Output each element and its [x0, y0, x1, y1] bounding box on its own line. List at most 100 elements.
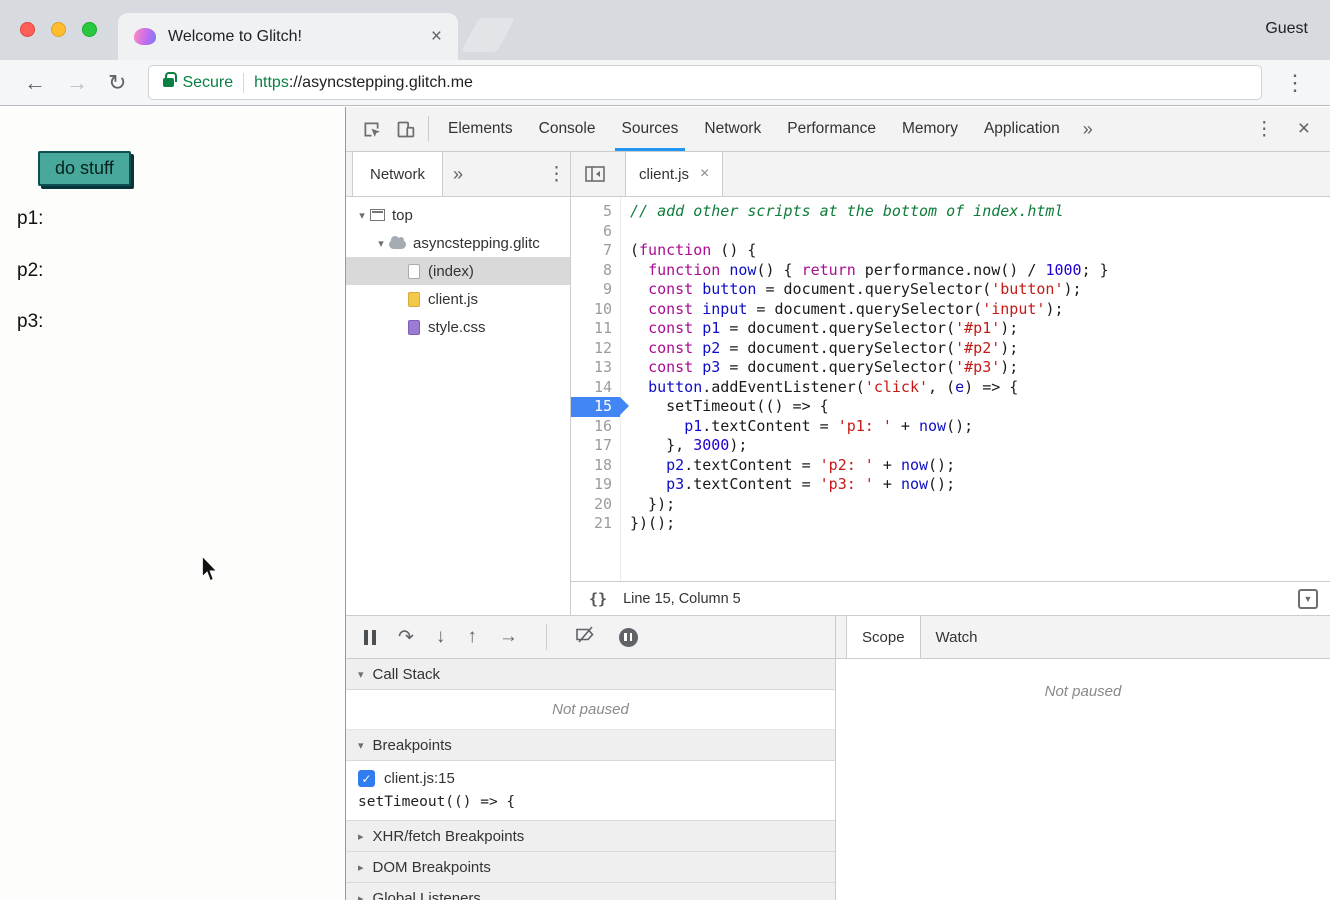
dom-breakpoints-header[interactable]: ▸ DOM Breakpoints: [346, 852, 835, 883]
code-line-19[interactable]: p3.textContent = 'p3: ' + now();: [630, 475, 1330, 495]
expand-triangle-icon[interactable]: ▾: [373, 237, 389, 250]
pause-script-icon[interactable]: [364, 630, 376, 645]
step-over-icon[interactable]: ↷: [398, 626, 414, 649]
forward-icon[interactable]: →: [56, 70, 98, 96]
code-line-16[interactable]: p1.textContent = 'p1: ' + now();: [630, 417, 1330, 437]
line-number[interactable]: 21: [571, 514, 620, 534]
code-line-13[interactable]: const p3 = document.querySelector('#p3')…: [630, 358, 1330, 378]
line-number[interactable]: 8: [571, 261, 620, 281]
line-number[interactable]: 10: [571, 300, 620, 320]
call-stack-header[interactable]: ▾ Call Stack: [346, 659, 835, 690]
line-number[interactable]: 19: [571, 475, 620, 495]
code-line-20[interactable]: });: [630, 495, 1330, 515]
code-line-6[interactable]: [630, 222, 1330, 242]
line-number[interactable]: 18: [571, 456, 620, 476]
code-line-12[interactable]: const p2 = document.querySelector('#p2')…: [630, 339, 1330, 359]
step-into-icon[interactable]: ↓: [436, 626, 446, 648]
devtools-menu-icon[interactable]: ⋮: [1243, 118, 1286, 141]
xhr-fetch-breakpoints-header[interactable]: ▸XHR/fetch Breakpoints: [346, 821, 835, 852]
code-line-15[interactable]: setTimeout(() => {: [630, 397, 1330, 417]
side-tab-scope[interactable]: Scope: [846, 616, 921, 658]
sidebar-menu-icon[interactable]: ⋮: [535, 152, 570, 196]
more-tabs-icon[interactable]: »: [1073, 119, 1103, 140]
reload-icon[interactable]: ↻: [98, 70, 136, 96]
code-line-18[interactable]: p2.textContent = 'p2: ' + now();: [630, 456, 1330, 476]
minimize-window-button[interactable]: [51, 22, 66, 37]
browser-tab[interactable]: Welcome to Glitch! ×: [118, 13, 458, 60]
tree-item-top[interactable]: ▾top: [346, 201, 570, 229]
code-line-11[interactable]: const p1 = document.querySelector('#p1')…: [630, 319, 1330, 339]
sidebar-header: Network » ⋮: [346, 152, 570, 197]
line-number[interactable]: 12: [571, 339, 620, 359]
line-number[interactable]: 16: [571, 417, 620, 437]
code-line-7[interactable]: (function () {: [630, 241, 1330, 261]
line-number[interactable]: 5: [571, 202, 620, 222]
inspect-element-icon[interactable]: [354, 119, 388, 140]
breakpoint-checkbox[interactable]: ✓: [358, 770, 375, 787]
breakpoint-line-number[interactable]: 15: [571, 397, 620, 417]
breakpoints-header[interactable]: ▾ Breakpoints: [346, 730, 835, 761]
code-line-8[interactable]: function now() { return performance.now(…: [630, 261, 1330, 281]
devtools-tab-network[interactable]: Network: [691, 107, 774, 151]
pause-on-exceptions-icon[interactable]: [619, 628, 638, 647]
devtools-tab-console[interactable]: Console: [526, 107, 609, 151]
browser-menu-icon[interactable]: ⋮: [1274, 70, 1316, 96]
pretty-print-icon[interactable]: {}: [589, 590, 607, 608]
sidebar-tab-network[interactable]: Network: [352, 152, 443, 196]
code-line-14[interactable]: button.addEventListener('click', (e) => …: [630, 378, 1330, 398]
device-toolbar-icon[interactable]: [388, 119, 422, 140]
call-stack-empty-message: Not paused: [346, 690, 835, 730]
editor-tab-close-icon[interactable]: ×: [700, 165, 709, 183]
zoom-window-button[interactable]: [82, 22, 97, 37]
toggle-drawer-icon[interactable]: ▼: [1298, 589, 1318, 609]
section-title: DOM Breakpoints: [373, 859, 491, 876]
code-line-9[interactable]: const button = document.querySelector('b…: [630, 280, 1330, 300]
url-bar[interactable]: Secure https://asyncstepping.glitch.me: [148, 65, 1262, 100]
tree-item--index-[interactable]: (index): [346, 257, 570, 285]
line-number[interactable]: 7: [571, 241, 620, 261]
line-number[interactable]: 13: [571, 358, 620, 378]
file-icon: [408, 292, 420, 307]
code-editor[interactable]: 56789101112131415161718192021 // add oth…: [571, 197, 1330, 581]
tree-item-client-js[interactable]: client.js: [346, 285, 570, 313]
code-line-10[interactable]: const input = document.querySelector('in…: [630, 300, 1330, 320]
side-tab-watch[interactable]: Watch: [921, 616, 993, 658]
code-line-21[interactable]: })();: [630, 514, 1330, 534]
devtools-tab-application[interactable]: Application: [971, 107, 1073, 151]
line-number[interactable]: 14: [571, 378, 620, 398]
line-number[interactable]: 11: [571, 319, 620, 339]
devtools-close-icon[interactable]: ×: [1286, 117, 1322, 141]
tree-item-asyncstepping-glitc[interactable]: ▾asyncstepping.glitc: [346, 229, 570, 257]
devtools-tab-performance[interactable]: Performance: [774, 107, 889, 151]
line-number[interactable]: 6: [571, 222, 620, 242]
editor-tab-clientjs[interactable]: client.js ×: [625, 152, 723, 196]
sidebar-overflow-icon[interactable]: »: [443, 152, 473, 196]
toggle-navigator-icon[interactable]: [575, 152, 615, 196]
code-line-17[interactable]: }, 3000);: [630, 436, 1330, 456]
editor-tab-label: client.js: [639, 166, 689, 183]
back-icon[interactable]: ←: [14, 70, 56, 96]
devtools-tab-memory[interactable]: Memory: [889, 107, 971, 151]
browser-window: Welcome to Glitch! × Guest ← → ↻ Secure …: [0, 0, 1330, 900]
debugger-section: ↷ ↓ ↑ → ▾ Call Stack Not paus: [346, 615, 1330, 900]
collapse-triangle-icon: ▸: [358, 861, 364, 874]
line-number[interactable]: 17: [571, 436, 620, 456]
tab-close-icon[interactable]: ×: [431, 26, 442, 48]
devtools-tab-elements[interactable]: Elements: [435, 107, 526, 151]
step-out-icon[interactable]: ↑: [467, 626, 477, 648]
section-title: XHR/fetch Breakpoints: [373, 828, 525, 845]
new-tab-button[interactable]: [461, 18, 515, 52]
expand-triangle-icon[interactable]: ▾: [354, 209, 370, 222]
close-window-button[interactable]: [20, 22, 35, 37]
code-line-5[interactable]: // add other scripts at the bottom of in…: [630, 202, 1330, 222]
line-number[interactable]: 20: [571, 495, 620, 515]
do-stuff-button[interactable]: do stuff: [38, 151, 131, 186]
step-icon[interactable]: →: [499, 626, 518, 648]
line-number[interactable]: 9: [571, 280, 620, 300]
global-listeners-header[interactable]: ▸Global Listeners: [346, 883, 835, 900]
breakpoint-entry[interactable]: ✓ client.js:15 setTimeout(() => {: [346, 761, 835, 821]
deactivate-breakpoints-icon[interactable]: [575, 626, 597, 648]
tree-item-style-css[interactable]: style.css: [346, 313, 570, 341]
devtools-tab-sources[interactable]: Sources: [609, 107, 692, 151]
file-icon: [408, 320, 420, 335]
